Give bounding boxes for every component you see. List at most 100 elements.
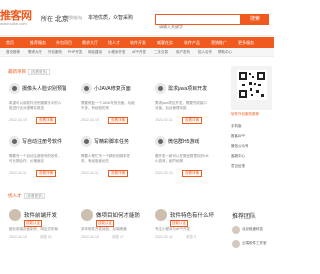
project-desc: 需求java项目开发，需要完成接口对接，后台管理功能 [155, 101, 207, 110]
project-tag[interactable]: 查看详情 [108, 117, 128, 124]
talent-views: 浏览 21 [40, 235, 52, 239]
project-desc: 希望可以用软件识别摄像头中的人脸进行比对报警并推送 [9, 101, 62, 110]
project-date: 2022-02-11 [9, 171, 27, 175]
nav-item-products[interactable]: 软件产品 [184, 37, 200, 48]
project-card[interactable]: 微信群H5游戏 要开发一款可以在微信群里玩的H5小游戏，细节私聊 2022-02… [154, 133, 210, 201]
subnav-item[interactable]: APP开发 [132, 48, 146, 57]
talent-date: 2022-02-10 [81, 235, 99, 239]
team-item[interactable]: 北京极速科技 [232, 226, 272, 235]
site-slogan: 本地优质，众智采购 [88, 15, 134, 21]
more-link[interactable]: [查看更多] [28, 69, 50, 75]
talent-name[interactable]: 软件前端开发 [24, 211, 57, 219]
nav-item-talent[interactable]: 找人才 [108, 37, 120, 48]
section-title-talent: 找人才 [查看更多] [8, 193, 46, 199]
team-name[interactable]: 北京极速科技 [242, 227, 263, 232]
talent-card[interactable]: 软件前端开发 技能认证 擅长前端页面制作，响应式布局 2022-02-10 浏览… [8, 206, 64, 250]
project-tag[interactable]: 查看详情 [182, 170, 202, 177]
sidebar-link[interactable]: 微信公众号 [231, 144, 249, 149]
project-title[interactable]: 摄像头人脸识别预警 [22, 85, 66, 92]
project-title[interactable]: 写精彩脚本任务 [94, 138, 138, 145]
sidebar-link[interactable]: 推客APP [231, 134, 245, 139]
search-input[interactable] [156, 22, 240, 31]
section-title-text: 最新项目 [8, 69, 26, 74]
project-title[interactable]: 小JAVA修复页面 [94, 85, 138, 92]
sidebar-link[interactable]: 手机版 [231, 124, 242, 129]
sidebar-link[interactable]: 客服中心 [231, 154, 245, 159]
nav-item-outsource[interactable]: 外包项目 [56, 37, 72, 48]
subnav-item[interactable]: 外包服务 [48, 48, 62, 57]
main-nav: 首页 推荐服务 外包项目 需求大厅 找人才 软件开发 威客任务 软件产品 营销推… [0, 37, 274, 48]
nav-item-more[interactable]: 更多服务 [238, 37, 254, 48]
subnav-item[interactable]: 首页推荐 [6, 48, 20, 57]
talent-tag: 技能认证 [96, 220, 114, 227]
project-tag[interactable]: 查看详情 [108, 170, 128, 177]
talent-date: 2022-02-11 [155, 235, 173, 239]
nav-item-recommend[interactable]: 推荐服务 [30, 37, 46, 48]
sidebar-link[interactable]: 意见反馈 [231, 164, 245, 169]
document-icon [81, 83, 92, 94]
avatar[interactable] [81, 209, 93, 221]
city-switch-link[interactable]: [切换城市] [64, 15, 82, 21]
more-link[interactable]: [查看更多] [23, 193, 46, 199]
nav-item-software[interactable]: 软件开发 [130, 37, 146, 48]
project-title[interactable]: 微信群H5游戏 [168, 138, 212, 145]
nav-item-tasks[interactable]: 威客任务 [157, 37, 173, 48]
document-icon [155, 136, 166, 147]
project-date: 2022-02-10 [81, 118, 99, 122]
subnav-item[interactable]: 帮助中心 [218, 48, 232, 57]
talent-name[interactable]: 做项目如何才能防 [96, 211, 140, 219]
document-icon [9, 83, 20, 94]
site-logo[interactable]: 推客网 www.tuike.com [0, 7, 38, 31]
project-card[interactable]: 写精彩脚本任务 需要人帮忙写一个精彩的脚本任务，有经验者优先 2022-02-1… [80, 133, 136, 201]
qr-card [231, 66, 272, 110]
document-icon [9, 136, 20, 147]
talent-desc: 多年软件开发经验，后端精通 [81, 227, 127, 231]
subnav-item[interactable]: 二手交易 [154, 48, 168, 57]
subnav-item[interactable]: 用户发布 [176, 48, 190, 57]
talent-card[interactable]: 软件特色有什么坏 技能认证 专注小程序与APP开发 2022-02-11 浏览 … [154, 206, 214, 250]
section-title-text: 找人才 [8, 193, 22, 198]
nav-item-home[interactable]: 首页 [6, 37, 14, 48]
project-desc: 需要写一个自动注册账号的软件，可长期合作，价格面议 [9, 154, 62, 163]
subnav-item[interactable]: 需求大厅 [28, 48, 42, 57]
qr-code-icon [237, 70, 267, 100]
document-icon [155, 83, 166, 94]
city-prefix: 所在 [41, 17, 54, 23]
talent-card[interactable]: 做项目如何才能防 技能认证 多年软件开发经验，后端精通 2022-02-10 浏… [80, 206, 140, 250]
logo-subtext: www.tuike.com [0, 21, 27, 26]
project-desc: 需要修复一个JAVA写的页面，功能不多，有经验的来 [81, 101, 135, 110]
avatar[interactable] [155, 209, 167, 221]
project-date: 2022-02-12 [155, 171, 173, 175]
avatar[interactable] [9, 209, 21, 221]
talent-desc: 擅长前端页面制作，响应式布局 [9, 227, 58, 231]
section-title-projects: 最新项目 [查看更多] [8, 69, 50, 75]
talent-tag: 技能认证 [170, 220, 188, 227]
recommend-team-title: 推荐团队 [232, 214, 257, 220]
search-button[interactable]: 搜索 [241, 14, 269, 25]
nav-item-marketing[interactable]: 营销推广 [211, 37, 227, 48]
project-desc: 需要人帮忙写一个精彩的脚本任务，有经验者优先 [81, 154, 130, 163]
talent-name[interactable]: 软件特色有什么坏 [170, 211, 214, 219]
talent-views: 浏览 17 [112, 235, 124, 239]
project-card[interactable]: 写自动注册号软件 需要写一个自动注册账号的软件，可长期合作，价格面议 2022-… [8, 133, 64, 201]
avatar[interactable] [232, 226, 240, 234]
subnav-item[interactable]: PHP开发 [68, 48, 82, 57]
project-date: 2022-02-10 [9, 118, 27, 122]
team-name[interactable]: 云端软件工作室 [242, 241, 267, 246]
project-tag[interactable]: 查看详情 [182, 117, 202, 124]
project-title[interactable]: 写自动注册号软件 [22, 138, 66, 145]
project-tag[interactable]: 查看详情 [36, 170, 56, 177]
subnav-item[interactable]: 网站建设 [88, 48, 102, 57]
nav-item-demand[interactable]: 需求大厅 [82, 37, 98, 48]
subnav-item[interactable]: 招人合作 [198, 48, 212, 57]
talent-date: 2022-02-10 [9, 235, 27, 239]
qr-label: 软件外包服务推荐 [231, 112, 259, 116]
talent-views: 浏览 9 [186, 235, 196, 239]
top-header: 推客网 www.tuike.com 所在 北京 [切换城市] 本地优质，众智采购… [0, 0, 274, 36]
sub-nav: 首页推荐 需求大厅 外包服务 PHP开发 网站建设 小程序开发 APP开发 二手… [0, 48, 274, 57]
team-item[interactable]: 云端软件工作室 [232, 240, 272, 249]
subnav-item[interactable]: 小程序开发 [108, 48, 126, 57]
avatar[interactable] [232, 240, 240, 248]
project-tag[interactable]: 查看详情 [36, 117, 56, 124]
project-title[interactable]: 需求java项目开发 [168, 85, 212, 92]
